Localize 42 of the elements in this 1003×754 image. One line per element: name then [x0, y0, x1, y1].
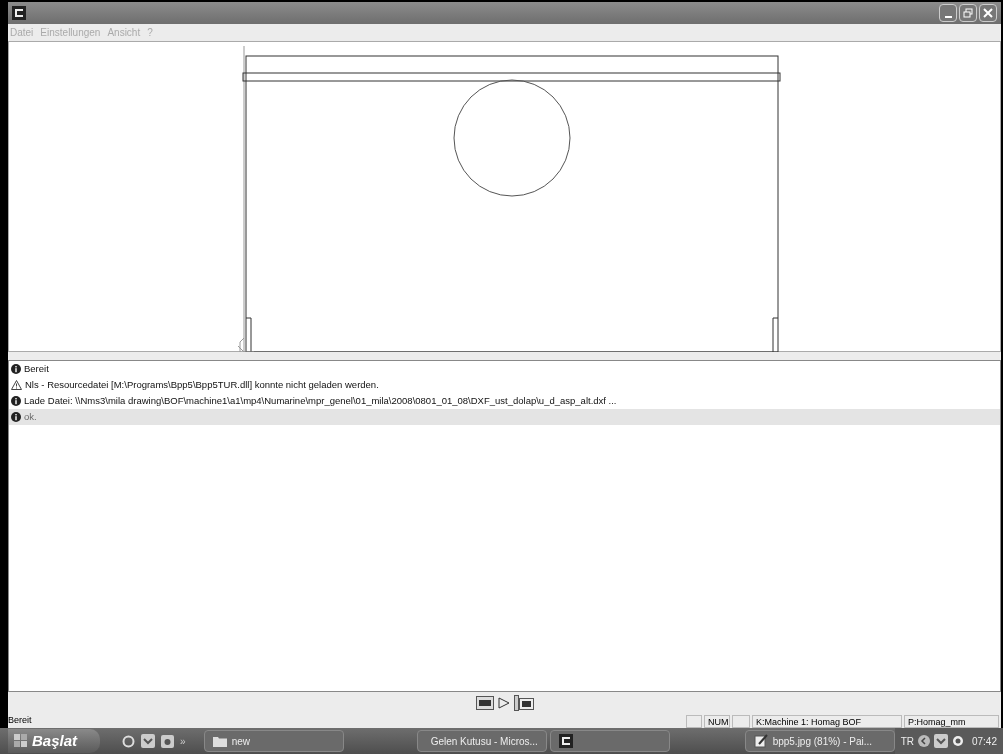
- tray-icon[interactable]: [951, 735, 964, 747]
- app-icon: [12, 6, 26, 20]
- log-text: Lade Datei: \\Nms3\mila drawing\BOF\machine1\a1\mp4\Numarine\mpr_genel\01_mila\2008\0801_01_08\DXF_ust_dolap\u_d_asp_alt.dxf ...: [24, 393, 617, 408]
- clock: 07:42: [971, 734, 997, 749]
- play-icon[interactable]: [497, 697, 510, 709]
- folder-icon: [212, 735, 227, 747]
- app-icon: [558, 734, 573, 748]
- warning-icon: [11, 380, 22, 390]
- status-text: Bereit: [8, 714, 32, 728]
- overflow-chevron[interactable]: »: [180, 733, 186, 749]
- log-row[interactable]: Nls - Resourcedatei [M:\Programs\Bpp5\Bpp5TUR.dll] konnte nicht geladen werden.: [9, 377, 1000, 393]
- start-button[interactable]: Başlat: [8, 729, 101, 753]
- log-row[interactable]: ok.: [9, 409, 1000, 425]
- log-text: Nls - Resourcedatei [M:\Programs\Bpp5\Bpp5TUR.dll] konnte nicht geladen werden.: [25, 377, 379, 392]
- restore-button[interactable]: [959, 4, 977, 22]
- film-icon[interactable]: [475, 696, 494, 710]
- film-icon[interactable]: [513, 695, 534, 711]
- media-icon[interactable]: [161, 734, 175, 748]
- status-pane: NUM: [704, 714, 730, 728]
- log-row[interactable]: Bereit: [9, 361, 1000, 377]
- language-indicator[interactable]: TR: [900, 733, 914, 749]
- taskbar-button[interactable]: bpp5.jpg (81%) - Pai...: [744, 730, 895, 752]
- taskbar-button[interactable]: Gelen Kutusu - Micros...: [416, 730, 547, 752]
- windows-logo-icon: [14, 734, 28, 748]
- log-text: Bereit: [24, 361, 49, 376]
- paint-icon: [753, 734, 768, 748]
- status-pane: P:Homag_mm: [904, 714, 999, 728]
- info-icon: [11, 412, 21, 422]
- log-text: ok.: [24, 409, 37, 424]
- taskbar-button[interactable]: new: [203, 730, 344, 752]
- info-icon: [11, 364, 21, 374]
- log-row[interactable]: Lade Datei: \\Nms3\mila drawing\BOF\machine1\a1\mp4\Numarine\mpr_genel\01_mila\2008\0801_01_08\DXF_ust_dolap\u_d_asp_alt.dxf ...: [9, 393, 1000, 409]
- status-pane: [732, 714, 750, 728]
- chevron-left-icon[interactable]: [917, 735, 930, 747]
- status-pane: [686, 714, 702, 728]
- restore-icon: [963, 8, 973, 18]
- status-pane: K:Machine 1: Homag BOF: [752, 714, 902, 728]
- close-button[interactable]: [979, 4, 997, 22]
- close-icon: [983, 8, 993, 18]
- minimize-button[interactable]: [939, 4, 957, 22]
- taskbar-button[interactable]: [549, 730, 670, 752]
- info-icon: [11, 396, 21, 406]
